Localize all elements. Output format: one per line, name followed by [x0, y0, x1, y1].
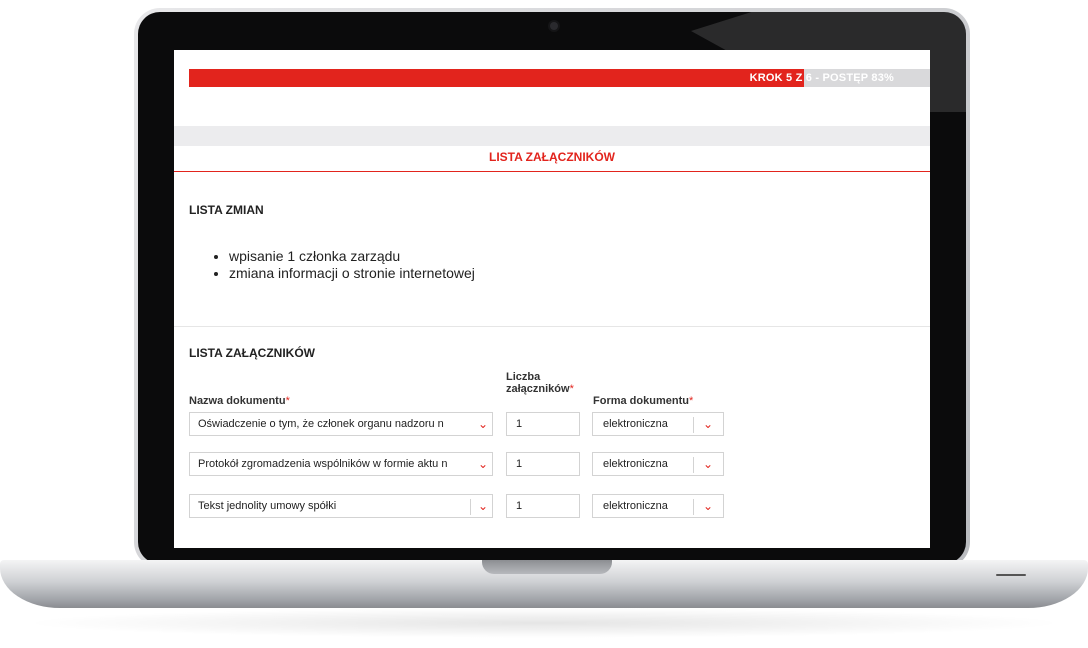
- attachment-row: Protokół zgromadzenia wspólników w formi…: [189, 452, 929, 478]
- attachment-row: Tekst jednolity umowy spółki ⌄ 1 elektro…: [189, 494, 929, 520]
- change-item: zmiana informacji o stronie internetowej: [229, 265, 475, 282]
- document-form-select[interactable]: elektroniczna ⌄: [592, 412, 724, 436]
- document-name-value: Tekst jednolity umowy spółki: [198, 500, 337, 512]
- document-form-select[interactable]: elektroniczna ⌄: [592, 494, 724, 518]
- browser-screen: KROK 5 Z 6 - POSTĘP 83% LISTA ZAŁĄCZNIKÓ…: [174, 50, 930, 548]
- chevron-down-icon[interactable]: ⌄: [699, 498, 717, 514]
- column-header-label: załączników: [506, 383, 570, 395]
- required-marker: *: [285, 395, 290, 407]
- changes-list: wpisanie 1 członka zarządu zmiana inform…: [209, 248, 475, 282]
- document-name-select[interactable]: Tekst jednolity umowy spółki ⌄: [189, 494, 493, 518]
- changes-heading: LISTA ZMIAN: [189, 203, 264, 217]
- required-marker: *: [688, 395, 694, 407]
- chevron-down-icon[interactable]: ⌄: [474, 498, 492, 514]
- document-form-value: elektroniczna: [603, 458, 668, 470]
- section-title-underline: [174, 171, 930, 172]
- attachment-count-input[interactable]: 1: [506, 452, 580, 476]
- attachment-count-input[interactable]: 1: [506, 412, 580, 436]
- change-item: wpisanie 1 członka zarządu: [229, 248, 475, 265]
- column-header-attachment-count: Liczba załączników*: [506, 371, 574, 395]
- document-name-value: Oświadczenie o tym, że członek organu na…: [198, 418, 444, 430]
- column-header-label: Nazwa dokumentu: [189, 395, 286, 407]
- document-name-value: Protokół zgromadzenia wspólników w formi…: [198, 458, 448, 470]
- attachments-heading: LISTA ZAŁĄCZNIKÓW: [189, 346, 315, 360]
- column-header-label: Liczba: [506, 371, 541, 383]
- camera-icon: [550, 22, 558, 30]
- chevron-down-icon[interactable]: ⌄: [474, 456, 492, 472]
- select-separator: [693, 457, 694, 473]
- progress-bar-fill: [189, 69, 805, 87]
- column-header-label: Forma dokumentu: [593, 395, 689, 407]
- document-form-select[interactable]: elektroniczna ⌄: [592, 452, 724, 476]
- chevron-down-icon[interactable]: ⌄: [699, 456, 717, 472]
- column-header-document-form: Forma dokumentu*: [593, 395, 693, 407]
- chevron-down-icon[interactable]: ⌄: [474, 416, 492, 432]
- section-header-band: [174, 126, 930, 146]
- attachment-row: Oświadczenie o tym, że członek organu na…: [189, 412, 929, 438]
- document-form-value: elektroniczna: [603, 500, 668, 512]
- document-name-select[interactable]: Protokół zgromadzenia wspólników w formi…: [189, 452, 493, 476]
- select-separator: [470, 499, 471, 515]
- progress-label: KROK 5 Z 6 - POSTĘP 83%: [749, 72, 894, 84]
- required-marker: *: [569, 383, 574, 395]
- laptop-opening-notch: [482, 560, 612, 574]
- document-name-select[interactable]: Oświadczenie o tym, że członek organu na…: [189, 412, 493, 436]
- attachment-count-input[interactable]: 1: [506, 494, 580, 518]
- column-header-document-name: Nazwa dokumentu*: [189, 395, 290, 407]
- section-divider: [174, 326, 930, 327]
- chevron-down-icon[interactable]: ⌄: [699, 416, 717, 432]
- select-separator: [693, 417, 694, 433]
- progress-bar: KROK 5 Z 6 - POSTĘP 83%: [189, 69, 930, 87]
- laptop-indicator-line: [996, 574, 1026, 576]
- section-title: LISTA ZAŁĄCZNIKÓW: [489, 150, 615, 164]
- select-separator: [693, 499, 694, 515]
- document-form-value: elektroniczna: [603, 418, 668, 430]
- laptop-shadow: [20, 608, 1068, 638]
